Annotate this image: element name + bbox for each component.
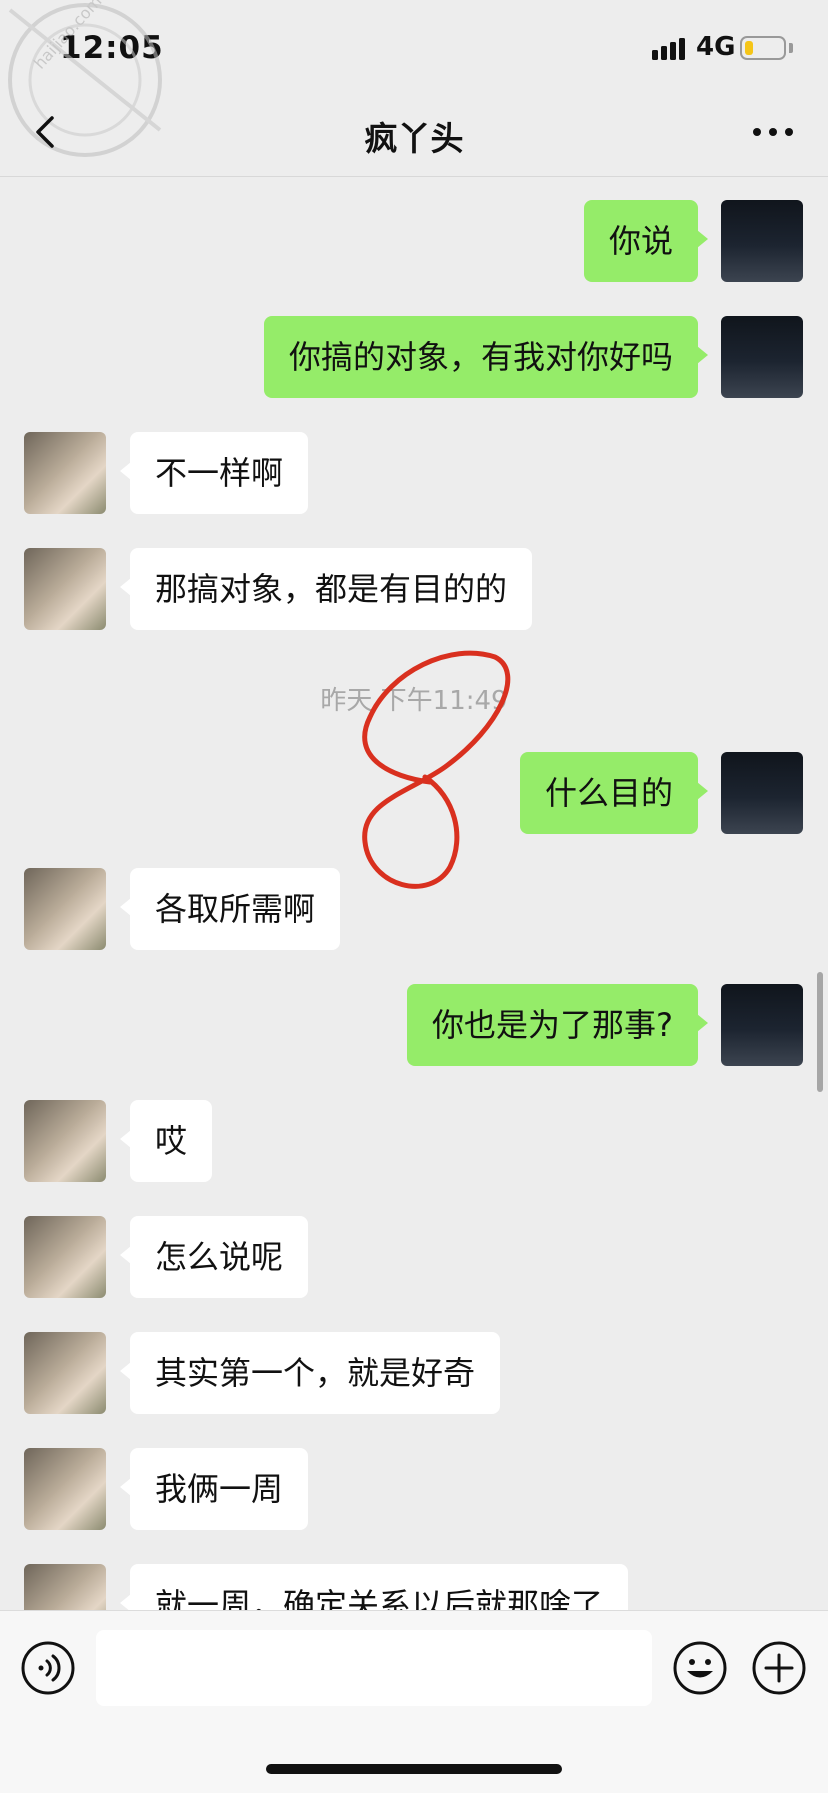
handwritten-8-annotation [362,650,511,889]
network-type: 4G [696,32,736,62]
plus-icon[interactable] [751,1640,807,1696]
message-bubble-received[interactable]: 怎么说呢 [119,1216,309,1298]
chat-area[interactable]: 你说 你搞的对象，有我对你好吗 不一样啊 那搞对象，都是有目的的 昨天 下午11… [0,177,828,1610]
contact-avatar[interactable] [24,1216,106,1298]
scroll-indicator[interactable] [817,972,823,1092]
contact-avatar[interactable] [24,432,106,514]
message-bubble-received[interactable]: 我俩一周 [119,1448,309,1530]
message-bubble-received[interactable]: 不一样啊 [119,432,309,514]
message-bubble-sent[interactable]: 什么目的 [519,752,709,834]
more-icon[interactable] [750,120,796,144]
message-bubble-sent[interactable]: 你说 [583,200,709,282]
contact-avatar[interactable] [24,1100,106,1182]
emoji-icon[interactable] [672,1640,728,1696]
message-bubble-sent[interactable]: 你搞的对象，有我对你好吗 [263,316,709,398]
my-avatar[interactable] [721,984,803,1066]
home-indicator [266,1764,562,1774]
contact-avatar[interactable] [24,1332,106,1414]
message-bubble-sent[interactable]: 你也是为了那事? [407,984,708,1066]
message-bubble-received[interactable]: 那搞对象，都是有目的的 [119,548,533,630]
voice-icon[interactable] [20,1640,76,1696]
contact-avatar[interactable] [24,548,106,630]
contact-avatar[interactable] [24,1564,106,1610]
message-bubble-received[interactable]: 各取所需啊 [119,868,341,950]
message-bubble-received[interactable]: 就一周，确定关系以后就那啥了 [119,1564,629,1610]
my-avatar[interactable] [721,200,803,282]
message-bubble-received[interactable]: 哎 [119,1100,213,1182]
message-input[interactable] [96,1630,652,1706]
battery-icon [740,36,786,60]
signal-icon [652,38,685,60]
chat-title: 疯丫头 [364,119,464,158]
contact-avatar[interactable] [24,868,106,950]
contact-avatar[interactable] [24,1448,106,1530]
battery-cap [789,43,793,53]
message-bubble-received[interactable]: 其实第一个，就是好奇 [119,1332,501,1414]
my-avatar[interactable] [721,752,803,834]
my-avatar[interactable] [721,316,803,398]
